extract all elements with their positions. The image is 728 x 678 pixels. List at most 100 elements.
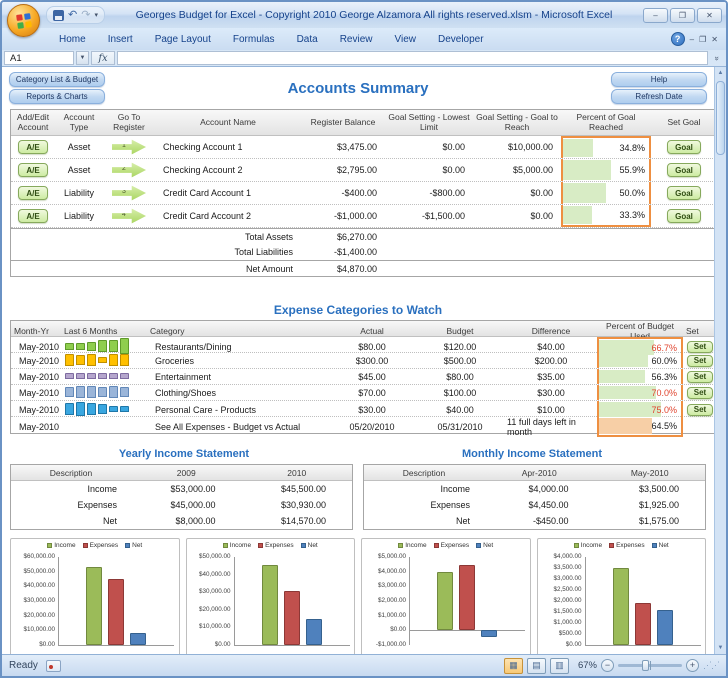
percent-goal-bar bbox=[563, 160, 611, 180]
workbook-minimize-icon[interactable]: – bbox=[690, 35, 694, 44]
sparkline-bar bbox=[65, 354, 74, 366]
x-axis-category-label: May-2010 bbox=[585, 653, 701, 654]
set-button[interactable]: Set bbox=[687, 387, 713, 399]
tab-view[interactable]: View bbox=[383, 31, 427, 48]
tab-review[interactable]: Review bbox=[329, 31, 384, 48]
formula-input[interactable] bbox=[117, 51, 708, 65]
normal-view-button[interactable]: ▦ bbox=[504, 658, 523, 674]
add-edit-account-button[interactable]: A/E bbox=[18, 209, 48, 223]
income-row-value: $8,000.00 bbox=[131, 516, 242, 526]
income-row: Income$4,000.00$3,500.00 bbox=[364, 481, 705, 497]
undo-icon[interactable]: ↶ bbox=[68, 10, 77, 21]
tab-home[interactable]: Home bbox=[48, 31, 97, 48]
expenses-column-header: Difference bbox=[505, 326, 597, 336]
minimize-button[interactable]: – bbox=[643, 8, 668, 23]
workbook-close-icon[interactable]: ✕ bbox=[711, 35, 718, 44]
tab-page-layout[interactable]: Page Layout bbox=[144, 31, 222, 48]
ribbon-tab-row: HomeInsertPage LayoutFormulasDataReviewV… bbox=[2, 28, 726, 50]
go-to-register-cell: 1 bbox=[103, 136, 155, 158]
resize-grip[interactable]: ⋰⋰ bbox=[703, 660, 719, 671]
income-header-row: Description20092010 bbox=[11, 465, 352, 481]
accounts-header-row: Add/Edit AccountAccount TypeGo To Regist… bbox=[11, 110, 715, 136]
go-to-register-arrow-icon[interactable]: 4 bbox=[112, 208, 146, 224]
add-edit-account-button[interactable]: A/E bbox=[18, 163, 48, 177]
set-button[interactable]: Set bbox=[687, 355, 713, 367]
add-edit-account-button[interactable]: A/E bbox=[18, 186, 48, 200]
actual-cell: $30.00 bbox=[329, 401, 415, 418]
account-row: A/ELiability4Credit Card Account 2-$1,00… bbox=[11, 205, 715, 228]
set-button[interactable]: Set bbox=[687, 371, 713, 383]
zoom-in-button[interactable]: + bbox=[686, 659, 699, 672]
income-row-label: Net bbox=[364, 516, 484, 526]
go-to-register-arrow-icon[interactable]: 2 bbox=[112, 162, 146, 178]
account-name-cell: Checking Account 1 bbox=[155, 136, 301, 158]
zoom-slider-thumb[interactable] bbox=[642, 660, 649, 671]
sparkline-bar bbox=[109, 386, 118, 398]
expand-formula-bar-icon[interactable]: » bbox=[710, 51, 724, 65]
sparkline-bar bbox=[65, 373, 74, 380]
restore-button[interactable]: ❐ bbox=[670, 8, 695, 23]
percent-budget-cell: 64.5% bbox=[597, 417, 683, 437]
y-axis-label: $4,000.00 bbox=[540, 553, 582, 560]
tab-data[interactable]: Data bbox=[286, 31, 329, 48]
chart-2010: IncomeExpensesNet$50,000.00$40,000.00$30… bbox=[186, 538, 356, 654]
insert-function-icon[interactable]: fx bbox=[91, 51, 115, 65]
legend-label: Expenses bbox=[616, 542, 645, 549]
office-button[interactable] bbox=[7, 4, 40, 37]
set-button[interactable]: Set bbox=[687, 341, 713, 353]
macro-record-icon[interactable] bbox=[46, 660, 61, 672]
percent-goal-value: 33.3% bbox=[619, 210, 645, 220]
go-to-register-arrow-icon[interactable]: 1 bbox=[112, 139, 146, 155]
register-number: 4 bbox=[122, 211, 126, 218]
vertical-scrollbar[interactable]: ▲ ▼ bbox=[714, 67, 726, 654]
set-goal-button[interactable]: Goal bbox=[667, 209, 701, 223]
y-axis-label: $3,000.00 bbox=[364, 582, 406, 589]
tab-formulas[interactable]: Formulas bbox=[222, 31, 286, 48]
zoom-slider[interactable] bbox=[618, 664, 682, 667]
workbook-restore-icon[interactable]: ❐ bbox=[699, 35, 706, 44]
save-icon[interactable] bbox=[53, 10, 64, 21]
sparkline bbox=[61, 401, 147, 418]
set-goal-button[interactable]: Goal bbox=[667, 140, 701, 154]
income-row-value: $45,500.00 bbox=[242, 484, 353, 494]
set-goal-button[interactable]: Goal bbox=[667, 163, 701, 177]
close-button[interactable]: ✕ bbox=[697, 8, 722, 23]
set-cell: Set bbox=[683, 369, 717, 384]
chart-legend: IncomeExpensesNet bbox=[362, 542, 530, 549]
legend-item: Net bbox=[476, 542, 493, 549]
difference-cell: $10.00 bbox=[505, 401, 597, 418]
zoom-out-button[interactable]: − bbox=[601, 659, 614, 672]
page-break-view-button[interactable]: ▥ bbox=[550, 658, 569, 674]
lowest-limit-cell: -$1,500.00 bbox=[385, 205, 473, 227]
bar-expenses bbox=[459, 565, 475, 630]
expense-row: May-2010Entertainment$45.00$80.00$35.005… bbox=[11, 369, 715, 385]
income-row-label: Income bbox=[11, 484, 131, 494]
sparkline-bar bbox=[65, 403, 74, 415]
tab-insert[interactable]: Insert bbox=[97, 31, 144, 48]
name-box[interactable]: A1 bbox=[4, 51, 74, 65]
legend-item: Expenses bbox=[83, 542, 119, 549]
page-layout-view-button[interactable]: ▤ bbox=[527, 658, 546, 674]
scroll-down-icon[interactable]: ▼ bbox=[715, 642, 726, 654]
redo-icon[interactable]: ↷ bbox=[81, 10, 90, 21]
go-to-register-arrow-icon[interactable]: 3 bbox=[112, 185, 146, 201]
scroll-up-icon[interactable]: ▲ bbox=[715, 67, 726, 79]
percent-budget-bar bbox=[599, 370, 645, 383]
tab-developer[interactable]: Developer bbox=[427, 31, 495, 48]
x-axis-category-label: Apr-2010 bbox=[409, 653, 525, 654]
income-statement-tables: Description20092010Income$53,000.00$45,5… bbox=[10, 464, 706, 530]
qat-dropdown-icon[interactable]: ▾ bbox=[94, 11, 98, 19]
set-button[interactable]: Set bbox=[687, 404, 713, 416]
set-goal-button[interactable]: Goal bbox=[667, 186, 701, 200]
x-axis-line bbox=[585, 645, 701, 646]
scrollbar-thumb[interactable] bbox=[716, 81, 725, 155]
name-box-dropdown-icon[interactable]: ▼ bbox=[76, 51, 89, 65]
expenses-header-row: Month-YrLast 6 MonthsCategoryActualBudge… bbox=[11, 321, 715, 337]
y-axis-label: $1,500.00 bbox=[540, 608, 582, 615]
bar-net bbox=[306, 619, 322, 645]
budget-cell: 05/31/2010 bbox=[415, 417, 505, 437]
add-edit-account-button[interactable]: A/E bbox=[18, 140, 48, 154]
sparkline-bar bbox=[87, 386, 96, 398]
help-icon[interactable]: ? bbox=[671, 32, 685, 46]
expense-categories-table: Month-YrLast 6 MonthsCategoryActualBudge… bbox=[10, 320, 716, 434]
